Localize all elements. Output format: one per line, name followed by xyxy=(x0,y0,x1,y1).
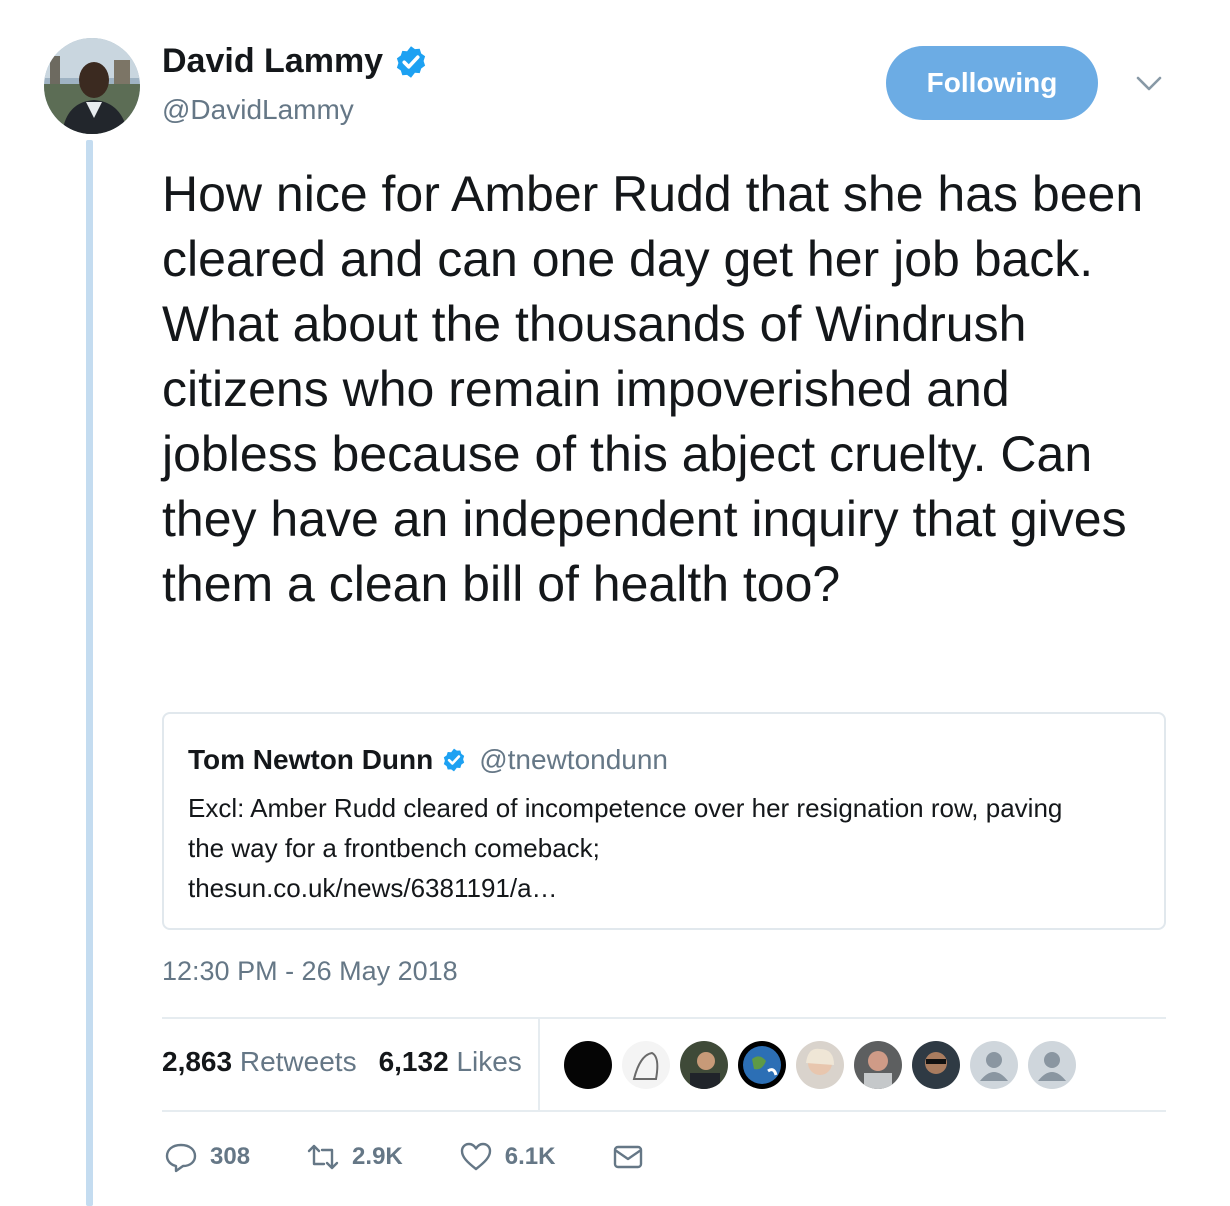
liker-avatar[interactable] xyxy=(854,1041,902,1089)
liker-avatar[interactable] xyxy=(912,1041,960,1089)
following-button[interactable]: Following xyxy=(886,46,1098,120)
liker-avatars xyxy=(564,1041,1076,1089)
quoted-text-line: the way for a frontbench comeback; xyxy=(188,833,600,863)
author-name-row[interactable]: David Lammy xyxy=(162,42,429,81)
quoted-tweet-text: Excl: Amber Rudd cleared of incompetence… xyxy=(188,788,1148,908)
quoted-tweet-link[interactable]: thesun.co.uk/news/6381191/a… xyxy=(188,868,1148,908)
retweet-icon xyxy=(307,1144,339,1170)
divider xyxy=(162,1017,1166,1019)
reply-icon xyxy=(165,1143,197,1173)
chevron-down-icon[interactable] xyxy=(1132,72,1166,96)
author-handle[interactable]: @DavidLammy xyxy=(162,94,354,126)
retweets-label: Retweets xyxy=(239,1046,357,1077)
envelope-icon xyxy=(614,1145,643,1169)
likes-count: 6,132 xyxy=(378,1046,449,1077)
like-action[interactable]: 6.1K xyxy=(459,1140,556,1174)
author-avatar[interactable] xyxy=(44,38,140,134)
retweet-action[interactable]: 2.9K xyxy=(306,1140,403,1174)
liker-avatar[interactable] xyxy=(622,1041,670,1089)
retweets-stat[interactable]: 2,863 Retweets xyxy=(162,1046,357,1078)
likes-stat[interactable]: 6,132 Likes xyxy=(379,1046,522,1078)
liker-avatar[interactable] xyxy=(1028,1041,1076,1089)
quoted-text-line: Excl: Amber Rudd cleared of incompetence… xyxy=(188,793,1063,823)
heart-icon xyxy=(460,1142,491,1171)
direct-message-action[interactable] xyxy=(611,1140,645,1174)
retweets-count: 2,863 xyxy=(162,1046,233,1077)
stats-separator xyxy=(538,1018,540,1112)
verified-badge-icon xyxy=(396,45,426,78)
liker-avatar[interactable] xyxy=(970,1041,1018,1089)
tweet-text: How nice for Amber Rudd that she has bee… xyxy=(162,166,1144,612)
quoted-tweet-card[interactable]: Tom Newton Dunn @tnewtondunn Excl: Amber… xyxy=(162,712,1166,930)
verified-badge-icon xyxy=(444,748,465,772)
divider xyxy=(162,1110,1166,1112)
author-name[interactable]: David Lammy xyxy=(162,42,383,81)
liker-avatar[interactable] xyxy=(564,1041,612,1089)
liker-avatar[interactable] xyxy=(738,1041,786,1089)
engagement-stats: 2,863 Retweets 6,132 Likes xyxy=(162,1046,522,1078)
like-count: 6.1K xyxy=(504,1143,556,1170)
liker-avatar[interactable] xyxy=(796,1041,844,1089)
reply-count: 308 xyxy=(210,1143,251,1170)
liker-avatar[interactable] xyxy=(680,1041,728,1089)
thread-line xyxy=(86,140,93,1206)
quoted-tweet-header: Tom Newton Dunn @tnewtondunn xyxy=(188,744,668,776)
tweet-actions: 308 2.9K 6.1K xyxy=(164,1140,701,1174)
likes-label: Likes xyxy=(456,1046,522,1077)
quoted-author-handle: @tnewtondunn xyxy=(479,744,668,775)
retweet-count: 2.9K xyxy=(352,1143,403,1170)
reply-action[interactable]: 308 xyxy=(164,1140,250,1174)
quoted-author-name: Tom Newton Dunn xyxy=(188,744,434,775)
tweet-timestamp[interactable]: 12:30 PM - 26 May 2018 xyxy=(162,956,458,987)
